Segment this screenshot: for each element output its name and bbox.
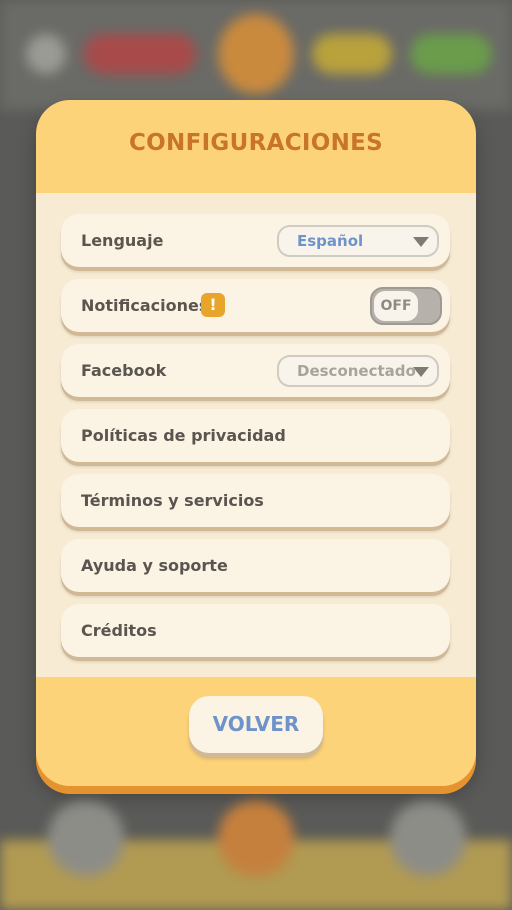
blurred-coins-chip [312, 34, 392, 74]
facebook-dropdown[interactable]: Desconectado [277, 355, 439, 387]
terms-button[interactable]: Términos y servicios [61, 474, 450, 527]
language-label: Lenguaje [81, 231, 164, 250]
blurred-gear-icon [26, 34, 66, 74]
terms-label: Términos y servicios [81, 491, 264, 510]
facebook-row: Facebook Desconectado [61, 344, 450, 397]
notifications-label: Notificaciones [81, 296, 209, 315]
blurred-bottom-button-center [218, 800, 294, 876]
back-button[interactable]: VOLVER [189, 696, 323, 753]
language-row: Lenguaje Español [61, 214, 450, 267]
credits-label: Créditos [81, 621, 157, 640]
credits-button[interactable]: Créditos [61, 604, 450, 657]
warning-icon: ! [201, 293, 225, 317]
language-value: Español [297, 232, 364, 250]
blurred-bottom-button-right [390, 800, 466, 876]
privacy-policy-button[interactable]: Políticas de privacidad [61, 409, 450, 462]
blurred-bottom-button-left [48, 800, 124, 876]
facebook-label: Facebook [81, 361, 167, 380]
facebook-value: Desconectado [297, 362, 416, 380]
language-dropdown[interactable]: Español [277, 225, 439, 257]
help-support-button[interactable]: Ayuda y soporte [61, 539, 450, 592]
chevron-down-icon [413, 237, 429, 247]
notifications-row: Notificaciones ! OFF [61, 279, 450, 332]
toggle-state: OFF [380, 298, 412, 314]
help-support-label: Ayuda y soporte [81, 556, 228, 575]
notifications-toggle[interactable]: OFF [370, 287, 442, 325]
blurred-avatar [218, 14, 294, 94]
chevron-down-icon [413, 367, 429, 377]
toggle-knob: OFF [374, 291, 418, 321]
privacy-policy-label: Políticas de privacidad [81, 426, 286, 445]
blurred-gems-chip [410, 34, 492, 74]
blurred-lives-chip [84, 34, 196, 74]
dialog-title: CONFIGURACIONES [128, 130, 384, 156]
